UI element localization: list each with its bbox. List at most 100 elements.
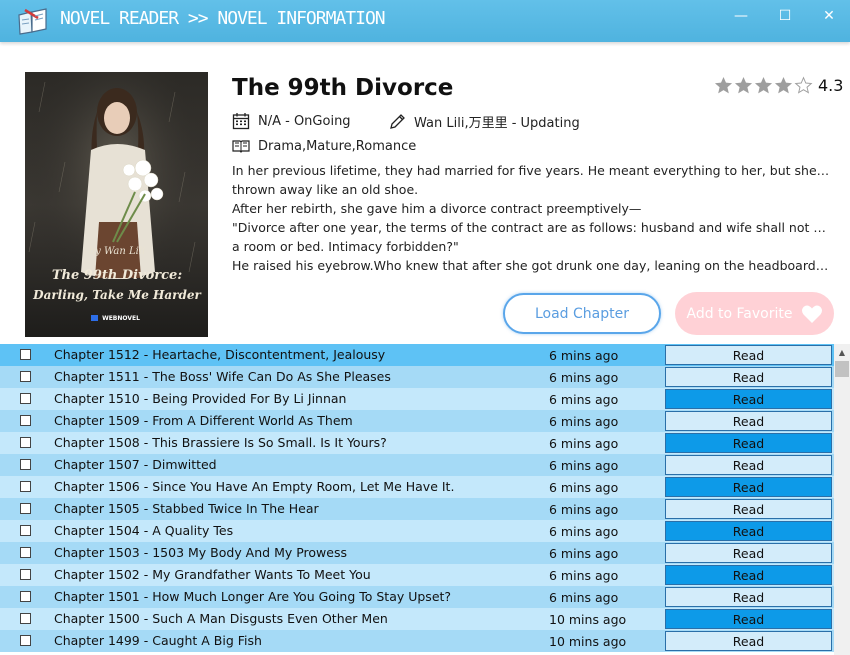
chapter-checkbox[interactable] xyxy=(20,437,31,448)
chapter-time: 6 mins ago xyxy=(549,568,619,583)
chapter-row[interactable]: Chapter 1502 - My Grandfather Wants To M… xyxy=(0,564,834,586)
genres-row: Drama,Mature,Romance xyxy=(232,138,416,154)
description-line: In her previous lifetime, they had marri… xyxy=(232,163,832,178)
book-icon xyxy=(18,8,47,35)
read-button[interactable]: Read xyxy=(665,631,832,651)
chapter-row[interactable]: Chapter 1505 - Stabbed Twice In The Hear… xyxy=(0,498,834,520)
chapter-row[interactable]: Chapter 1506 - Since You Have An Empty R… xyxy=(0,476,834,498)
scroll-up-arrow-icon[interactable]: ▲ xyxy=(834,344,850,360)
chapter-row[interactable]: Chapter 1508 - This Brassiere Is So Smal… xyxy=(0,432,834,454)
chapter-row[interactable]: Chapter 1499 - Caught A Big Fish 10 mins … xyxy=(0,630,834,652)
close-button[interactable]: ✕ xyxy=(806,0,850,32)
chapter-checkbox[interactable] xyxy=(20,613,31,624)
chapter-row[interactable]: Chapter 1503 - 1503 My Body And My Prowe… xyxy=(0,542,834,564)
read-button[interactable]: Read xyxy=(665,411,832,431)
chapter-time: 6 mins ago xyxy=(549,480,619,495)
book-cover: by Wan Lili The 99th Divorce: Darling, T… xyxy=(25,72,208,337)
book-open-icon xyxy=(232,140,250,153)
read-button[interactable]: Read xyxy=(665,543,832,563)
add-to-favorite-button[interactable]: Add to Favorite xyxy=(675,292,834,335)
add-to-favorite-label: Add to Favorite xyxy=(686,305,793,322)
load-chapter-label: Load Chapter xyxy=(534,305,629,322)
chapter-time: 6 mins ago xyxy=(549,590,619,605)
maximize-button[interactable]: ☐ xyxy=(762,0,808,32)
chapter-list: Chapter 1512 - Heartache, Discontentment… xyxy=(0,344,834,655)
rating-value: 4.3 xyxy=(818,76,844,95)
description-line: After her rebirth, she gave him a divorc… xyxy=(232,201,642,216)
chapter-title: Chapter 1500 - Such A Man Disgusts Even … xyxy=(54,611,388,626)
minimize-button[interactable]: — xyxy=(718,0,764,32)
chapter-time: 6 mins ago xyxy=(549,436,619,451)
read-button[interactable]: Read xyxy=(665,609,832,629)
chapter-time: 10 mins ago xyxy=(549,612,627,627)
chapter-checkbox[interactable] xyxy=(20,349,31,360)
cover-author-text: by Wan Lili xyxy=(89,246,145,257)
chapter-checkbox[interactable] xyxy=(20,481,31,492)
chapter-row[interactable]: Chapter 1501 - How Much Longer Are You G… xyxy=(0,586,834,608)
star-outline-icon xyxy=(794,76,813,94)
chapter-title: Chapter 1508 - This Brassiere Is So Smal… xyxy=(54,435,387,450)
chapter-checkbox[interactable] xyxy=(20,371,31,382)
chapter-title: Chapter 1505 - Stabbed Twice In The Hear xyxy=(54,501,319,516)
description: In her previous lifetime, they had marri… xyxy=(232,161,832,275)
description-line: He raised his eyebrow.Who knew that afte… xyxy=(232,258,832,273)
chapter-checkbox[interactable] xyxy=(20,525,31,536)
star-filled-icon xyxy=(714,76,733,94)
chapter-row[interactable]: Chapter 1510 - Being Provided For By Li … xyxy=(0,388,834,410)
chapter-time: 6 mins ago xyxy=(549,414,619,429)
description-line: thrown away like an old shoe. xyxy=(232,182,419,197)
cover-title-line2: Darling, Take Me Harder xyxy=(32,288,202,302)
cover-title-line1: The 99th Divorce: xyxy=(52,268,182,283)
chapter-time: 6 mins ago xyxy=(549,370,619,385)
chapter-checkbox[interactable] xyxy=(20,393,31,404)
chapter-row[interactable]: Chapter 1511 - The Boss' Wife Can Do As … xyxy=(0,366,834,388)
chapter-title: Chapter 1507 - Dimwitted xyxy=(54,457,217,472)
chapter-row[interactable]: Chapter 1509 - From A Different World As… xyxy=(0,410,834,432)
read-button[interactable]: Read xyxy=(665,367,832,387)
chapter-checkbox[interactable] xyxy=(20,503,31,514)
publisher-logo-icon xyxy=(91,315,98,321)
chapter-row[interactable]: Chapter 1512 - Heartache, Discontentment… xyxy=(0,344,834,366)
chapter-title: Chapter 1503 - 1503 My Body And My Prowe… xyxy=(54,545,347,560)
chapter-checkbox[interactable] xyxy=(20,635,31,646)
chapter-title: Chapter 1506 - Since You Have An Empty R… xyxy=(54,479,455,494)
chapter-title: Chapter 1511 - The Boss' Wife Can Do As … xyxy=(54,369,391,384)
read-button[interactable]: Read xyxy=(665,433,832,453)
chapter-checkbox[interactable] xyxy=(20,547,31,558)
chapter-row[interactable]: Chapter 1500 - Such A Man Disgusts Even … xyxy=(0,608,834,630)
read-button[interactable]: Read xyxy=(665,477,832,497)
rating: 4.3 xyxy=(714,76,843,95)
scrollbar-thumb[interactable] xyxy=(835,361,849,377)
chapter-time: 6 mins ago xyxy=(549,524,619,539)
author-text: Wan Lili,万里里 - Updating xyxy=(414,116,580,131)
chapter-checkbox[interactable] xyxy=(20,591,31,602)
read-button[interactable]: Read xyxy=(665,389,832,409)
load-chapter-button[interactable]: Load Chapter xyxy=(503,293,661,334)
description-line: a room or bed. Intimacy forbidden?" xyxy=(232,239,459,254)
chapter-title: Chapter 1504 - A Quality Tes xyxy=(54,523,234,538)
read-button[interactable]: Read xyxy=(665,565,832,585)
novel-title: The 99th Divorce xyxy=(232,75,454,101)
star-filled-icon xyxy=(734,76,753,94)
cover-publisher-text: WEBNOVEL xyxy=(102,315,140,322)
chapter-time: 6 mins ago xyxy=(549,458,619,473)
read-button[interactable]: Read xyxy=(665,455,832,475)
star-filled-icon xyxy=(754,76,773,94)
status-text: N/A - OnGoing xyxy=(258,113,351,129)
window-title: NOVEL READER >> NOVEL INFORMATION xyxy=(60,8,386,29)
list-scrollbar[interactable]: ▲ xyxy=(834,344,850,655)
chapter-checkbox[interactable] xyxy=(20,415,31,426)
chapter-checkbox[interactable] xyxy=(20,459,31,470)
read-button[interactable]: Read xyxy=(665,345,832,365)
pencil-icon xyxy=(390,113,405,129)
chapter-row[interactable]: Chapter 1507 - Dimwitted 6 mins ago Read xyxy=(0,454,834,476)
chapter-row[interactable]: Chapter 1504 - A Quality Tes 6 mins ago Re… xyxy=(0,520,834,542)
chapter-title: Chapter 1499 - Caught A Big Fish xyxy=(54,633,262,648)
genres-text: Drama,Mature,Romance xyxy=(258,138,417,154)
chapter-title: Chapter 1510 - Being Provided For By Li … xyxy=(54,391,347,406)
read-button[interactable]: Read xyxy=(665,499,832,519)
read-button[interactable]: Read xyxy=(665,521,832,541)
heart-icon xyxy=(801,305,822,323)
read-button[interactable]: Read xyxy=(665,587,832,607)
chapter-checkbox[interactable] xyxy=(20,569,31,580)
